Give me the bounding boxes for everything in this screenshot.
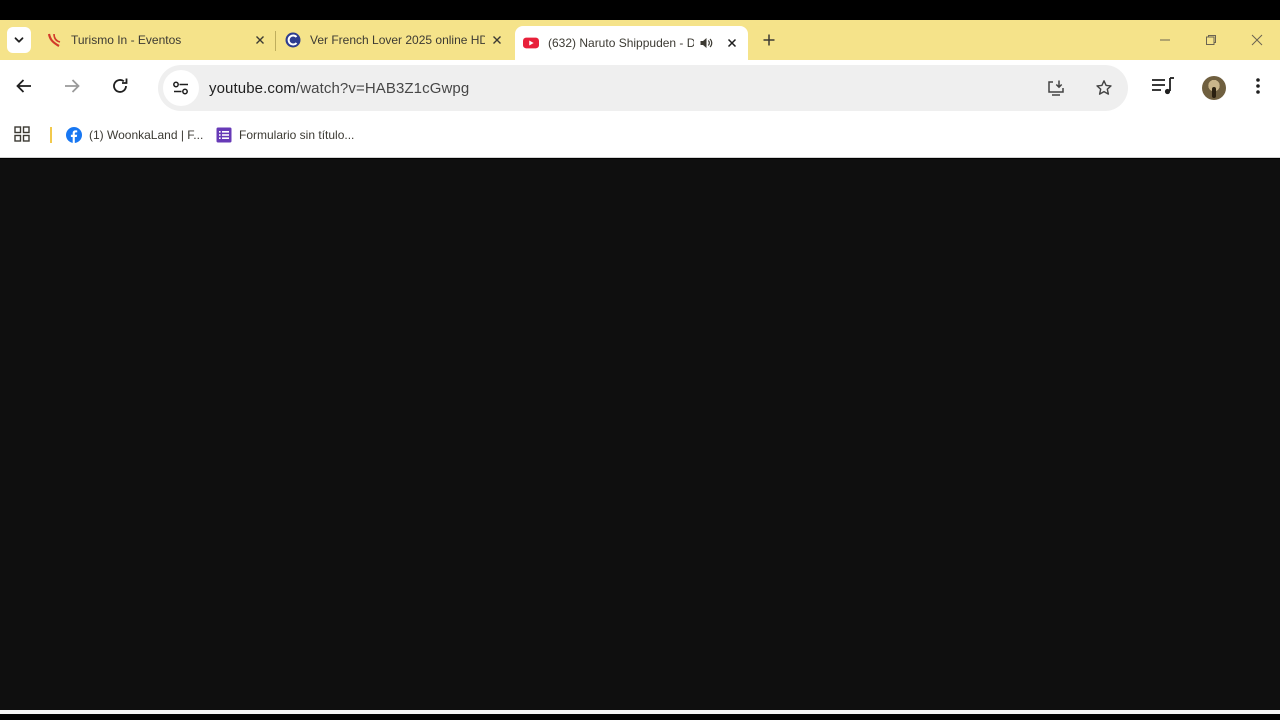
bookmark-label: Formulario sin título...: [239, 128, 355, 142]
restore-button[interactable]: [1200, 29, 1222, 51]
apps-grid-icon[interactable]: [14, 126, 30, 142]
tab-turismo[interactable]: Turismo In - Eventos: [46, 20, 268, 60]
page-content[interactable]: [0, 159, 1280, 710]
tab-french-lover[interactable]: Ver French Lover 2025 online HD: [285, 20, 505, 60]
top-border: [0, 0, 1280, 20]
close-tab-icon[interactable]: [489, 32, 505, 48]
close-icon: [1251, 34, 1263, 46]
tab-divider: [275, 31, 276, 51]
playlist-music-icon: [1152, 77, 1174, 95]
turismo-favicon: [46, 32, 62, 48]
tab-search-button[interactable]: [7, 27, 31, 53]
bookmarks-divider: [50, 127, 52, 143]
google-forms-icon: [216, 127, 232, 143]
facebook-icon: [66, 127, 82, 143]
tab-strip: Turismo In - Eventos Ver French Lover 20…: [0, 20, 1280, 60]
close-tab-icon[interactable]: [724, 35, 740, 51]
close-window-button[interactable]: [1246, 29, 1268, 51]
minimize-button[interactable]: [1154, 29, 1176, 51]
url-text[interactable]: youtube.com/watch?v=HAB3Z1cGwpg: [209, 80, 469, 97]
chevron-down-icon: [14, 37, 24, 43]
minimize-icon: [1160, 39, 1170, 41]
close-tab-icon[interactable]: [252, 32, 268, 48]
media-controls-button[interactable]: [1151, 74, 1175, 98]
site-favicon: [285, 32, 301, 48]
reload-icon: [113, 78, 128, 93]
url-domain: youtube.com: [209, 80, 296, 97]
url-path: /watch?v=HAB3Z1cGwpg: [295, 80, 470, 97]
star-icon: [1096, 80, 1112, 95]
tab-title: (632) Naruto Shippuden - D: [548, 36, 694, 50]
bookmark-star-button[interactable]: [1092, 76, 1116, 100]
tab-title: Ver French Lover 2025 online HD: [310, 33, 485, 47]
bookmark-formulario[interactable]: Formulario sin título...: [216, 125, 354, 145]
arrow-left-icon: [16, 79, 31, 93]
reload-button[interactable]: [108, 74, 132, 98]
restore-icon: [1206, 35, 1216, 45]
youtube-favicon: [523, 35, 539, 51]
browser-toolbar: youtube.com/watch?v=HAB3Z1cGwpg: [0, 60, 1280, 112]
address-bar[interactable]: youtube.com/watch?v=HAB3Z1cGwpg: [158, 65, 1128, 111]
speaker-icon[interactable]: [698, 35, 714, 51]
chrome-menu-button[interactable]: [1246, 74, 1270, 98]
bookmarks-bar: (1) WoonkaLand | F... Formulario sin tít…: [0, 112, 1280, 158]
bookmark-woonkaland[interactable]: (1) WoonkaLand | F...: [66, 125, 203, 145]
site-info-button[interactable]: [163, 70, 199, 106]
forward-button[interactable]: [60, 74, 84, 98]
tune-icon: [173, 81, 188, 95]
new-tab-button[interactable]: [758, 28, 780, 52]
tab-title: Turismo In - Eventos: [71, 33, 182, 47]
arrow-right-icon: [65, 79, 80, 93]
tab-youtube-active[interactable]: (632) Naruto Shippuden - D: [515, 26, 748, 60]
bookmark-label: (1) WoonkaLand | F...: [89, 128, 204, 142]
screen-bottom: [0, 714, 1280, 720]
plus-icon: [763, 34, 775, 46]
profile-avatar[interactable]: [1202, 76, 1226, 100]
more-vert-icon: [1256, 78, 1260, 94]
install-icon: [1048, 80, 1064, 96]
install-app-button[interactable]: [1044, 76, 1068, 100]
back-button[interactable]: [12, 74, 36, 98]
